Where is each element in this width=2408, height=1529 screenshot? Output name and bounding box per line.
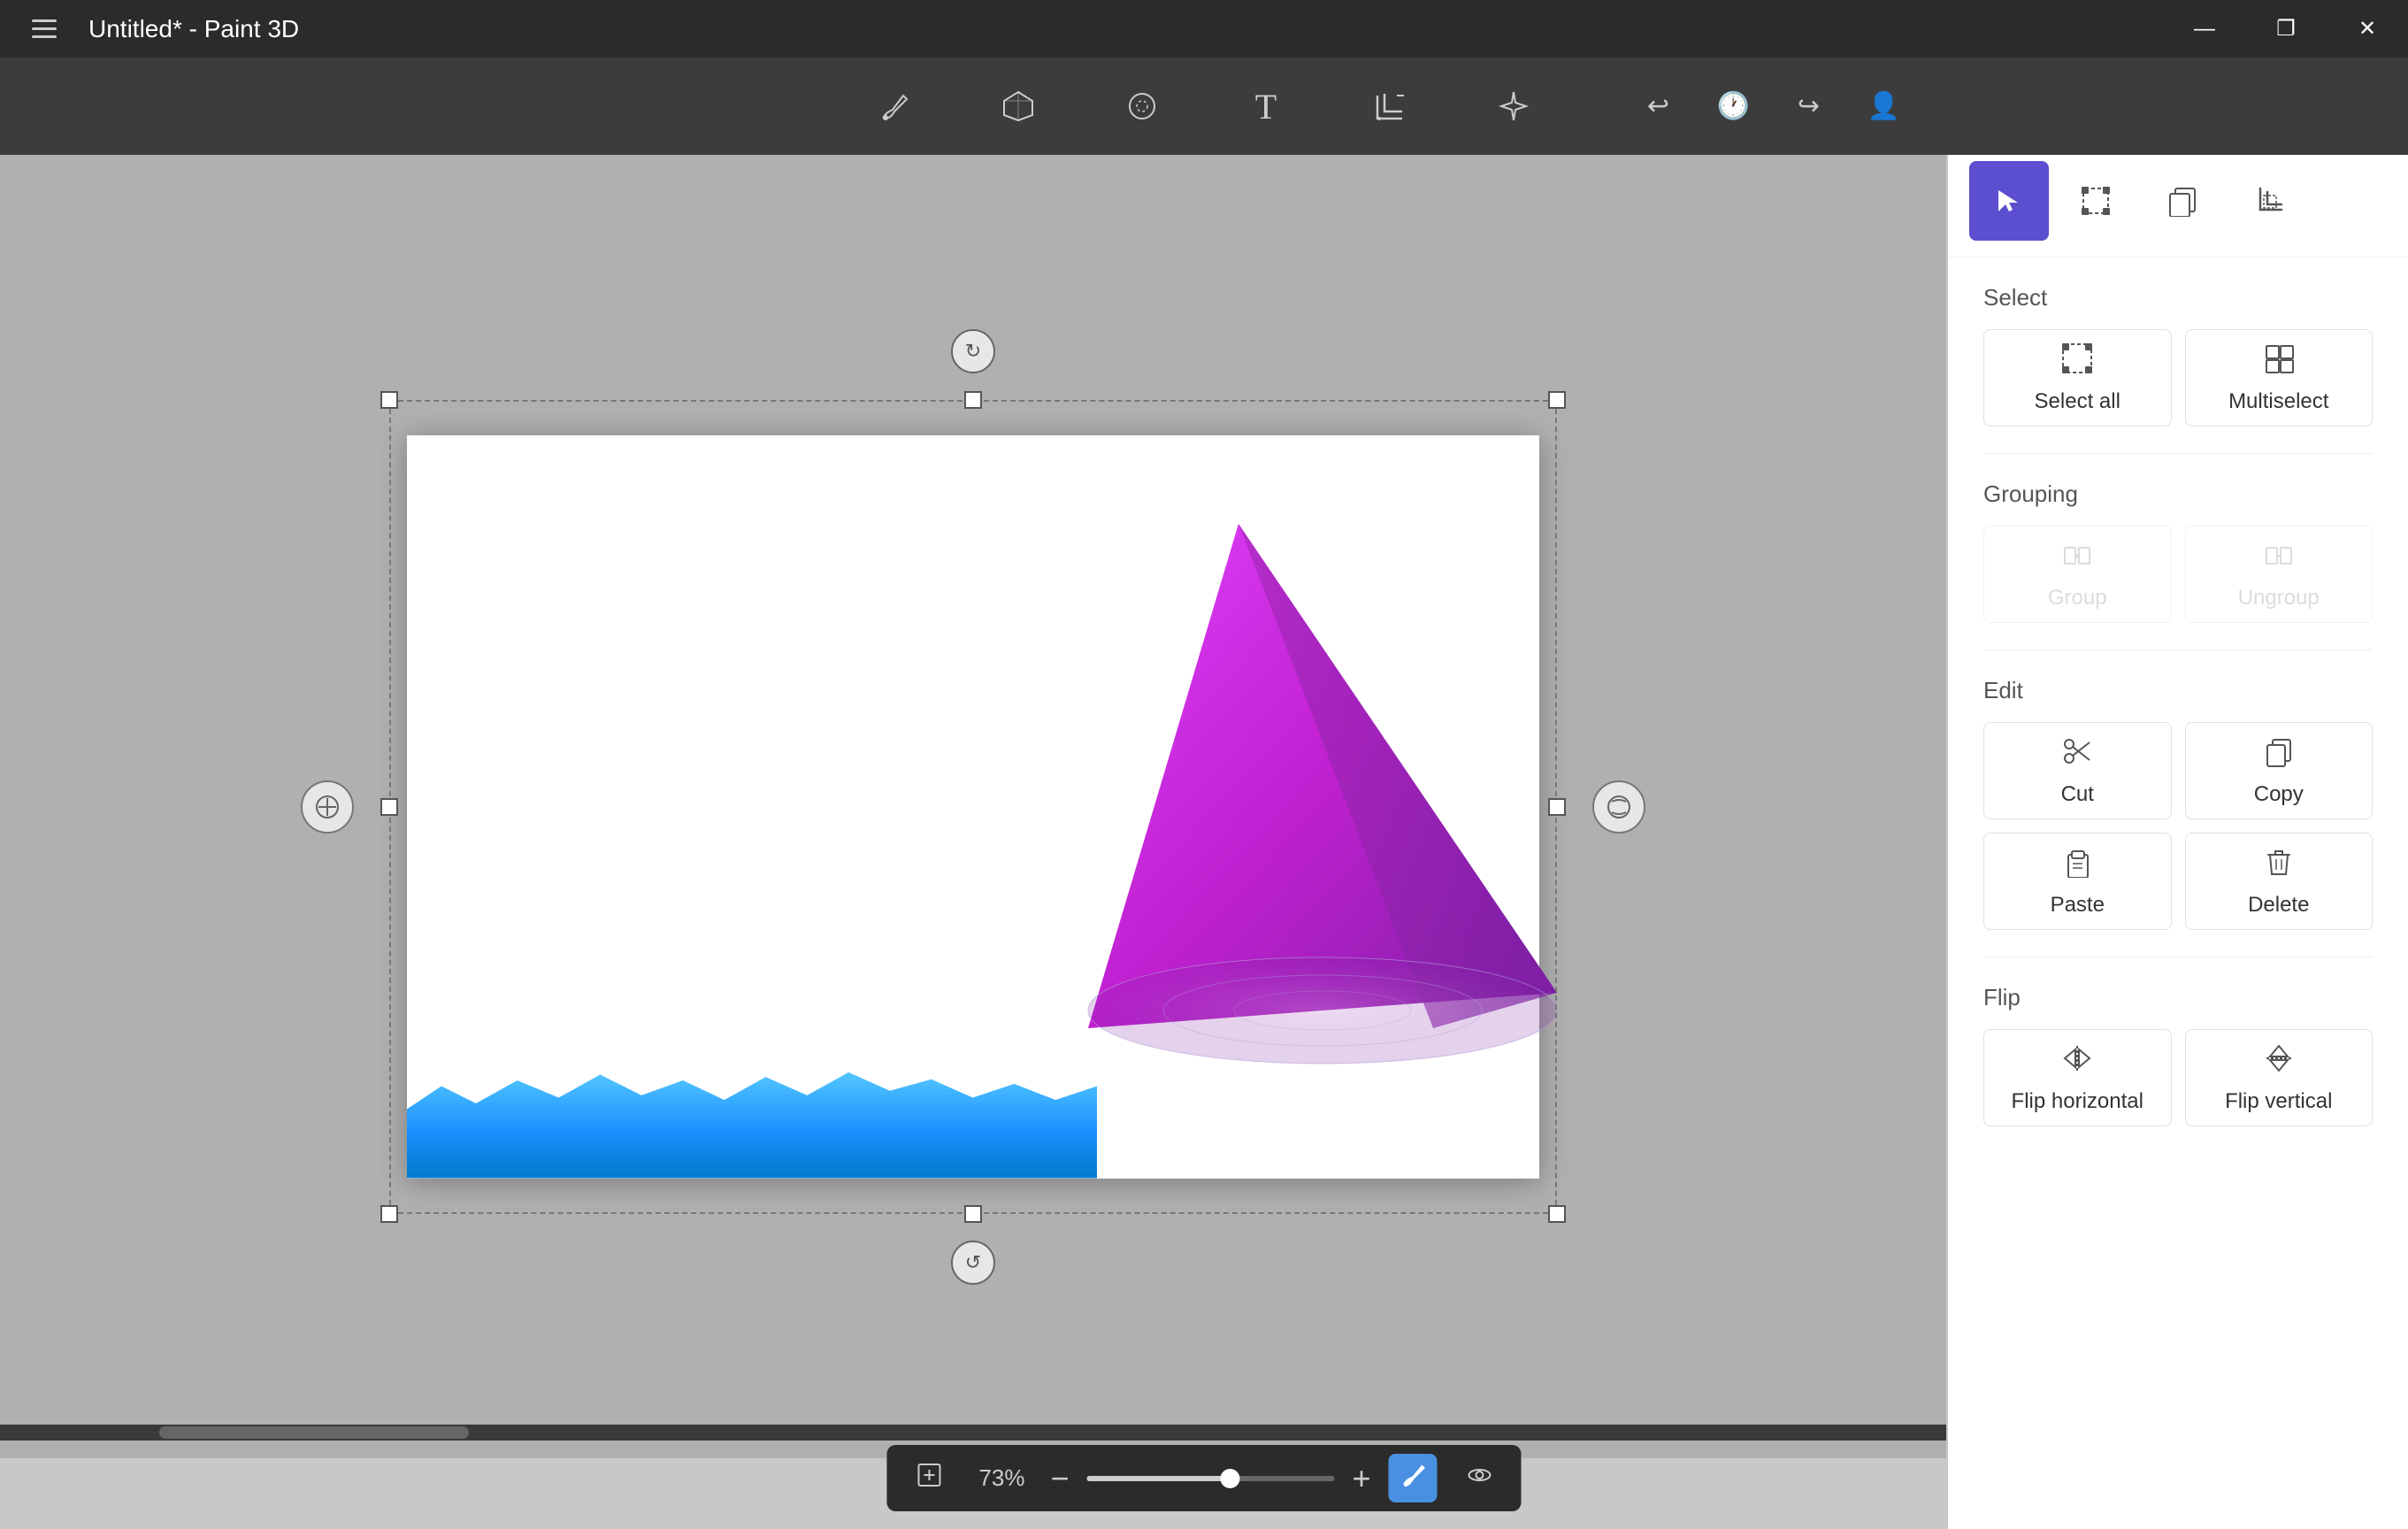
paint-mode-button[interactable] [1389,1454,1438,1502]
scrollbar-thumb[interactable] [159,1426,469,1439]
tool-effects[interactable] [1478,71,1549,142]
group-button: Group [1983,526,2172,623]
grouping-buttons: Group Ungroup [1983,526,2373,623]
flip-horizontal-icon [2061,1042,2093,1082]
tool-text[interactable]: T [1231,71,1301,142]
copy-icon [2263,735,2295,775]
select-section: Select Select all [1948,257,2408,453]
group-icon [2061,539,2093,579]
panel-tool-row [1948,145,2408,257]
select-all-button[interactable]: Select all [1983,329,2172,426]
history-button[interactable]: 🕐 [1705,78,1762,135]
multiselect-label: Multiselect [2228,389,2328,414]
flip-vertical-label: Flip vertical [2225,1089,2332,1114]
zoom-bar: 73% − + [886,1445,1521,1511]
grouping-section-title: Grouping [1983,480,2373,508]
delete-button[interactable]: Delete [2185,833,2373,930]
tool-3d-shapes[interactable] [983,71,1054,142]
panel-tool-copy-item[interactable] [2143,161,2222,241]
right-panel: 3D objects [1948,58,2408,1529]
edit-buttons: Cut Copy Pa [1983,722,2373,930]
handle-bottom-center[interactable] [964,1205,982,1223]
flip-horizontal-label: Flip horizontal [2012,1089,2143,1114]
flip-buttons: Flip horizontal Flip vertical [1983,1029,2373,1126]
close-button[interactable]: ✕ [2327,0,2408,58]
group-label: Group [2048,586,2107,611]
grouping-section: Grouping Group [1948,454,2408,649]
text-icon: T [1255,86,1277,127]
app-title: Untitled* - Paint 3D [88,15,299,43]
select-all-icon [2061,342,2093,382]
undo-button[interactable]: ↩ [1630,78,1687,135]
ungroup-icon [2263,539,2295,579]
canvas-area: ↻ ↺ [0,155,1946,1458]
zoom-out-button[interactable]: − [1050,1463,1069,1494]
cone-3d-object [1062,480,1592,1099]
cut-label: Cut [2061,782,2094,807]
multiselect-icon [2263,342,2295,382]
handle-bottom-left[interactable] [380,1205,398,1223]
handle-mid-left[interactable] [380,798,398,816]
edit-section: Edit Cut Copy [1948,650,2408,957]
maximize-button[interactable]: ❐ [2245,0,2327,58]
rotate-handle-top[interactable]: ↻ [951,329,995,373]
select-all-label: Select all [2035,389,2120,414]
select-section-title: Select [1983,284,2373,311]
move-handle[interactable] [301,780,354,834]
paint-canvas: ↻ ↺ [407,435,1539,1179]
titlebar: Untitled* - Paint 3D — ❐ ✕ [0,0,2408,58]
handle-bottom-right[interactable] [1548,1205,1566,1223]
fit-to-window-button[interactable] [904,1454,953,1502]
tool-2d-shapes[interactable] [1107,71,1177,142]
profile-button[interactable]: 👤 [1855,78,1913,135]
undo-redo-group: ↩ 🕐 ↪ 👤 [1630,78,1913,135]
copy-label: Copy [2254,782,2304,807]
flip-vertical-button[interactable]: Flip vertical [2185,1029,2373,1126]
handle-top-left[interactable] [380,391,398,409]
zoom-slider-track[interactable] [1087,1476,1335,1481]
edit-section-title: Edit [1983,677,2373,704]
zoom-slider-thumb[interactable] [1221,1469,1240,1488]
tool-brushes[interactable] [859,71,930,142]
panel-tool-select[interactable] [1969,161,2049,241]
window-controls: — ❐ ✕ [2164,0,2408,58]
zoom-percentage: 73% [970,1464,1032,1492]
trash-icon [2263,846,2295,886]
view-mode-button[interactable] [1455,1454,1504,1502]
multiselect-button[interactable]: Multiselect [2185,329,2373,426]
redo-button[interactable]: ↪ [1780,78,1837,135]
handle-top-center[interactable] [964,391,982,409]
paste-button[interactable]: Paste [1983,833,2172,930]
flip-section-title: Flip [1983,984,2373,1011]
cut-button[interactable]: Cut [1983,722,2172,819]
ungroup-button: Ungroup [2185,526,2373,623]
ungroup-label: Ungroup [2238,586,2320,611]
copy-button[interactable]: Copy [2185,722,2373,819]
panel-tool-selection-box[interactable] [2056,161,2136,241]
scissors-icon [2061,735,2093,775]
rotate-handle-bottom[interactable]: ↺ [951,1241,995,1285]
panel-tool-crop-selection[interactable] [2229,161,2309,241]
delete-label: Delete [2248,893,2309,918]
zoom-in-button[interactable]: + [1353,1463,1371,1494]
tool-crop[interactable] [1354,71,1425,142]
main-toolbar: T ↩ 🕐 ↪ 👤 [0,58,2408,155]
minimize-button[interactable]: — [2164,0,2245,58]
zoom-slider-fill [1087,1476,1231,1481]
flip-section: Flip Flip horizontal [1948,957,2408,1153]
hamburger-btn[interactable] [18,3,71,56]
horizontal-scrollbar[interactable] [0,1425,1946,1441]
paste-label: Paste [2051,893,2105,918]
select-buttons: Select all Multiselect [1983,329,2373,426]
handle-top-right[interactable] [1548,391,1566,409]
paste-icon [2061,846,2093,886]
blue-waves-decoration [407,1064,1097,1179]
flip-horizontal-button[interactable]: Flip horizontal [1983,1029,2172,1126]
rotate3d-handle[interactable] [1592,780,1645,834]
flip-vertical-icon [2263,1042,2295,1082]
